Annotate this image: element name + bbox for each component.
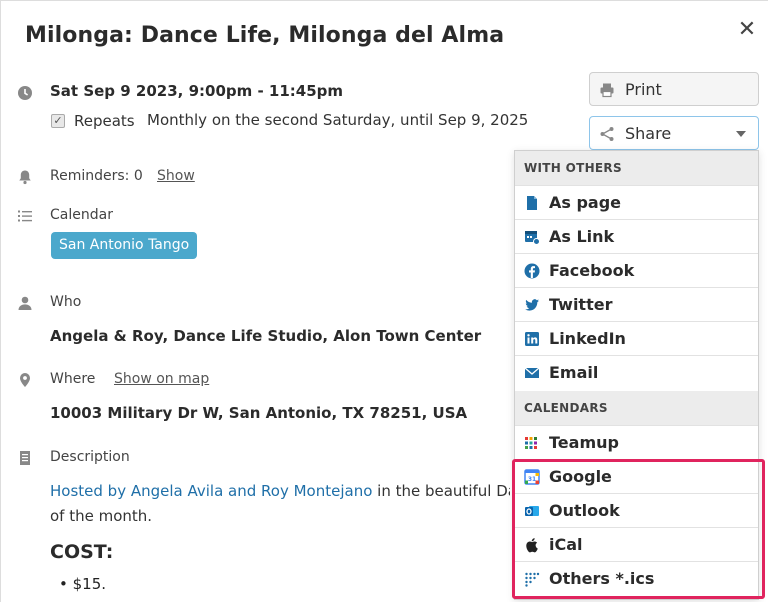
- share-label: Share: [625, 124, 672, 143]
- repeats-value: Monthly on the second Saturday, until Se…: [147, 111, 529, 129]
- repeats-checkbox[interactable]: ✓: [51, 114, 65, 128]
- who-label: Who: [50, 294, 82, 310]
- menu-item-twitter[interactable]: Twitter: [515, 287, 758, 321]
- menu-item-label: LinkedIn: [549, 329, 626, 348]
- menu-item-teamup[interactable]: Teamup: [515, 425, 758, 459]
- ics-icon: [524, 571, 540, 587]
- print-label: Print: [625, 80, 662, 99]
- repeats-label: Repeats: [74, 112, 135, 130]
- close-icon[interactable]: ✕: [735, 17, 759, 42]
- event-dialog: Milonga: Dance Life, Milonga del Alma ✕ …: [0, 0, 768, 602]
- clock-icon: [17, 85, 35, 103]
- menu-item-others-ics[interactable]: Others *.ics: [515, 561, 758, 595]
- menu-item-label: Facebook: [549, 261, 635, 280]
- share-menu: WITH OTHERS As page As Link Facebook Twi…: [514, 150, 759, 600]
- cost-item: • $15.: [59, 575, 107, 593]
- menu-item-label: As page: [549, 193, 622, 212]
- menu-item-label: Teamup: [549, 433, 619, 452]
- menu-item-outlook[interactable]: Outlook: [515, 493, 758, 527]
- menu-header-with-others: WITH OTHERS: [515, 151, 758, 185]
- facebook-icon: [524, 263, 540, 279]
- svg-text:31: 31: [528, 476, 536, 483]
- linkedin-icon: [524, 331, 540, 347]
- calendar-badge: San Antonio Tango: [51, 232, 198, 259]
- show-on-map-link[interactable]: Show on map: [114, 371, 209, 387]
- menu-item-as-page[interactable]: As page: [515, 185, 758, 219]
- description-link[interactable]: Hosted by Angela Avila and Roy Montejano: [50, 482, 372, 500]
- description-line-2: of the month.: [50, 507, 153, 525]
- description-text: in the beautiful Da: [372, 482, 510, 500]
- google-calendar-icon: 31: [524, 469, 540, 485]
- twitter-icon: [524, 297, 540, 313]
- location-pin-icon: [17, 372, 35, 390]
- menu-item-label: iCal: [549, 535, 583, 554]
- description-line-1: Hosted by Angela Avila and Roy Montejano…: [50, 482, 510, 500]
- where-value: 10003 Military Dr W, San Antonio, TX 782…: [50, 404, 468, 422]
- menu-header-calendars: CALENDARS: [515, 391, 758, 425]
- who-value: Angela & Roy, Dance Life Studio, Alon To…: [50, 327, 482, 345]
- list-icon: [17, 208, 35, 226]
- outlook-icon: [524, 503, 540, 519]
- teamup-icon: [524, 435, 540, 451]
- calendar-label: Calendar: [50, 207, 113, 223]
- reminders-label: Reminders: 0: [50, 168, 143, 184]
- cost-item-text: $15.: [72, 575, 107, 593]
- bell-icon: [17, 169, 35, 187]
- menu-item-label: Outlook: [549, 501, 620, 520]
- person-icon: [17, 295, 35, 313]
- menu-item-label: Others *.ics: [549, 569, 655, 588]
- event-title: Milonga: Dance Life, Milonga del Alma: [25, 23, 505, 48]
- description-label: Description: [50, 449, 130, 465]
- where-label: Where: [50, 371, 96, 387]
- email-icon: [524, 365, 540, 381]
- share-button[interactable]: Share: [589, 116, 759, 150]
- link-icon: [524, 229, 540, 245]
- menu-item-email[interactable]: Email: [515, 355, 758, 389]
- chevron-down-icon: [736, 131, 746, 137]
- menu-item-label: Google: [549, 467, 612, 486]
- print-button[interactable]: Print: [589, 72, 759, 106]
- menu-item-label: Email: [549, 363, 599, 382]
- menu-item-facebook[interactable]: Facebook: [515, 253, 758, 287]
- menu-item-linkedin[interactable]: LinkedIn: [515, 321, 758, 355]
- menu-item-as-link[interactable]: As Link: [515, 219, 758, 253]
- printer-icon: [599, 82, 615, 98]
- page-icon: [524, 195, 540, 211]
- apple-icon: [524, 537, 540, 553]
- cost-heading: COST:: [50, 541, 114, 563]
- event-datetime: Sat Sep 9 2023, 9:00pm - 11:45pm: [50, 82, 344, 100]
- menu-item-label: As Link: [549, 227, 615, 246]
- menu-item-label: Twitter: [549, 295, 613, 314]
- share-icon: [599, 126, 615, 142]
- reminders-show-link[interactable]: Show: [157, 168, 195, 184]
- document-icon: [17, 450, 35, 468]
- menu-item-ical[interactable]: iCal: [515, 527, 758, 561]
- menu-item-google[interactable]: 31 Google: [515, 459, 758, 493]
